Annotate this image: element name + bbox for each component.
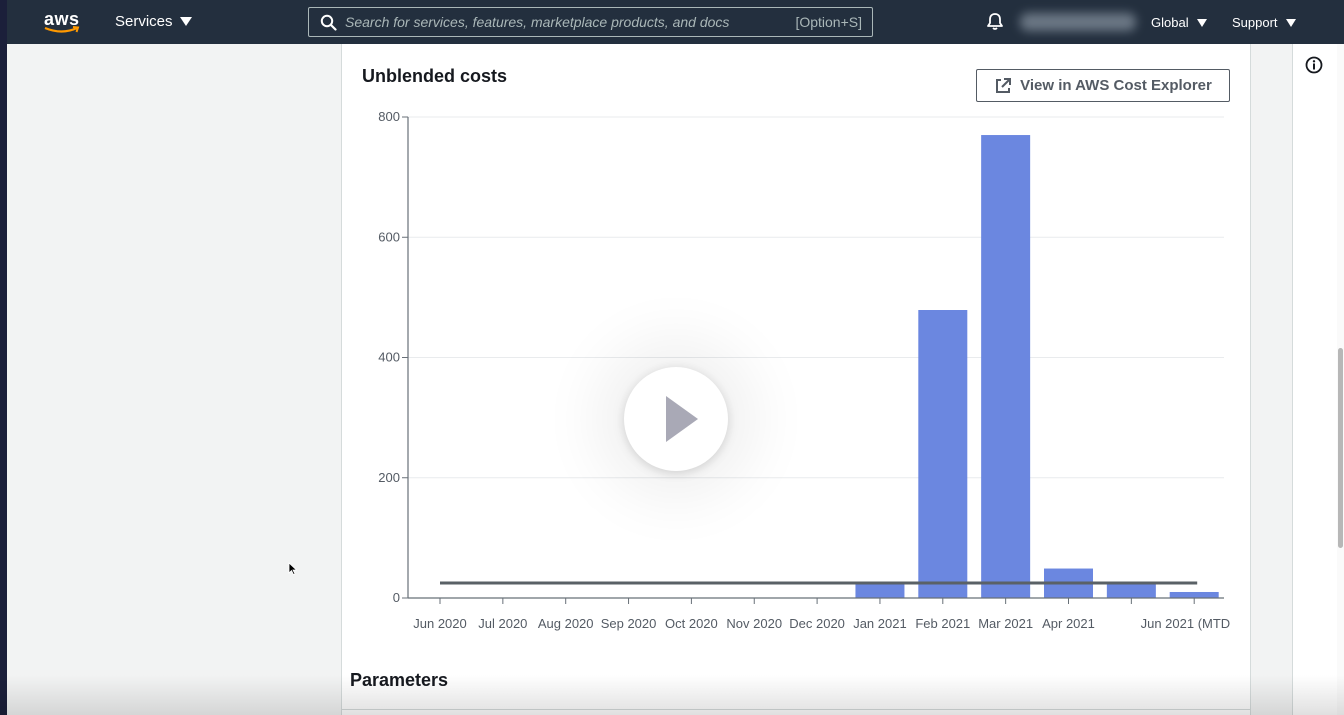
caret-down-icon	[179, 17, 192, 26]
play-video-button[interactable]	[624, 367, 728, 471]
bell-icon[interactable]	[986, 12, 1004, 31]
view-in-cost-explorer-button[interactable]: View in AWS Cost Explorer	[976, 69, 1230, 102]
top-navigation: aws Services [Option+S] Global Support	[0, 0, 1344, 44]
support-menu[interactable]: Support	[1232, 15, 1296, 30]
caret-down-icon	[1196, 18, 1207, 27]
region-selector[interactable]: Global	[1151, 15, 1207, 30]
left-edge-strip	[0, 0, 7, 715]
search-icon	[320, 14, 337, 31]
right-help-rail	[1292, 44, 1337, 715]
search-input[interactable]	[345, 12, 785, 32]
info-icon[interactable]	[1305, 56, 1323, 74]
caret-down-icon	[1285, 18, 1296, 27]
services-label: Services	[115, 13, 173, 30]
main-content-panel: Unblended costs View in AWS Cost Explore…	[341, 44, 1251, 715]
card-title: Unblended costs	[362, 66, 508, 86]
search-bar[interactable]: [Option+S]	[308, 7, 873, 37]
support-label: Support	[1232, 15, 1278, 30]
scrollbar-thumb[interactable]	[1338, 348, 1343, 548]
aws-smile-icon	[44, 26, 80, 33]
divider	[342, 709, 1250, 710]
mouse-cursor-icon	[288, 562, 298, 576]
play-icon	[666, 396, 698, 442]
aws-logo-icon[interactable]: aws	[40, 8, 84, 36]
account-menu[interactable]	[1020, 13, 1136, 31]
external-link-icon	[996, 77, 1012, 93]
services-menu-button[interactable]: Services	[115, 13, 192, 30]
region-label: Global	[1151, 15, 1189, 30]
explorer-button-label: View in AWS Cost Explorer	[1020, 77, 1212, 94]
search-shortcut-hint: [Option+S]	[795, 14, 862, 30]
parameters-section-title: Parameters	[350, 670, 449, 690]
